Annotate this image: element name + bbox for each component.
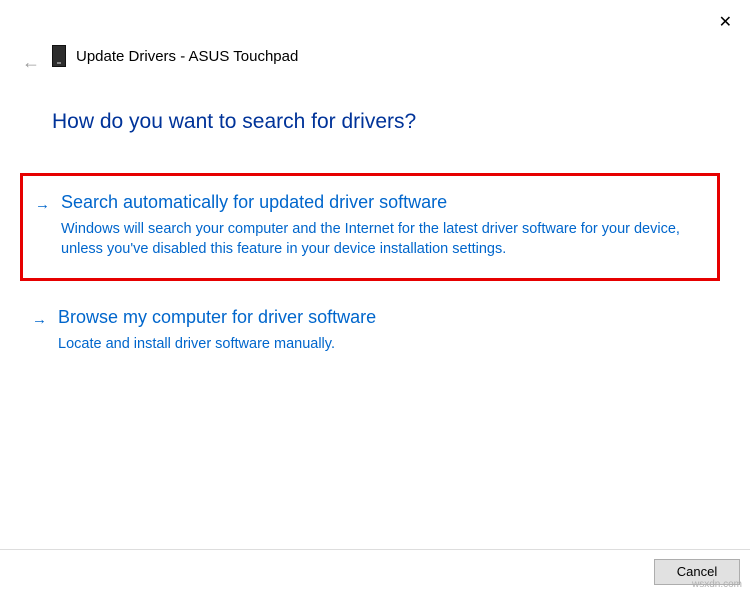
- page-heading: How do you want to search for drivers?: [52, 110, 416, 134]
- option-title: Search automatically for updated driver …: [61, 192, 699, 213]
- option-search-automatically[interactable]: → Search automatically for updated drive…: [20, 173, 720, 281]
- arrow-right-icon: →: [35, 196, 50, 213]
- arrow-left-icon: ←: [22, 52, 40, 72]
- window-title: Update Drivers - ASUS Touchpad: [76, 48, 298, 65]
- options-list: → Search automatically for updated drive…: [20, 173, 720, 382]
- option-description: Windows will search your computer and th…: [61, 219, 699, 260]
- option-description: Locate and install driver software manua…: [58, 334, 702, 354]
- arrow-right-icon: →: [32, 311, 47, 328]
- device-icon: [52, 45, 66, 67]
- title-bar: Update Drivers - ASUS Touchpad: [52, 45, 298, 67]
- footer: Cancel: [0, 549, 750, 593]
- watermark: wsxdn.com: [692, 579, 742, 590]
- back-button[interactable]: ←: [22, 52, 40, 73]
- option-title: Browse my computer for driver software: [58, 307, 702, 328]
- close-button[interactable]: ✕: [711, 8, 740, 36]
- option-browse-computer[interactable]: → Browse my computer for driver software…: [20, 291, 720, 372]
- close-icon: ✕: [719, 14, 732, 31]
